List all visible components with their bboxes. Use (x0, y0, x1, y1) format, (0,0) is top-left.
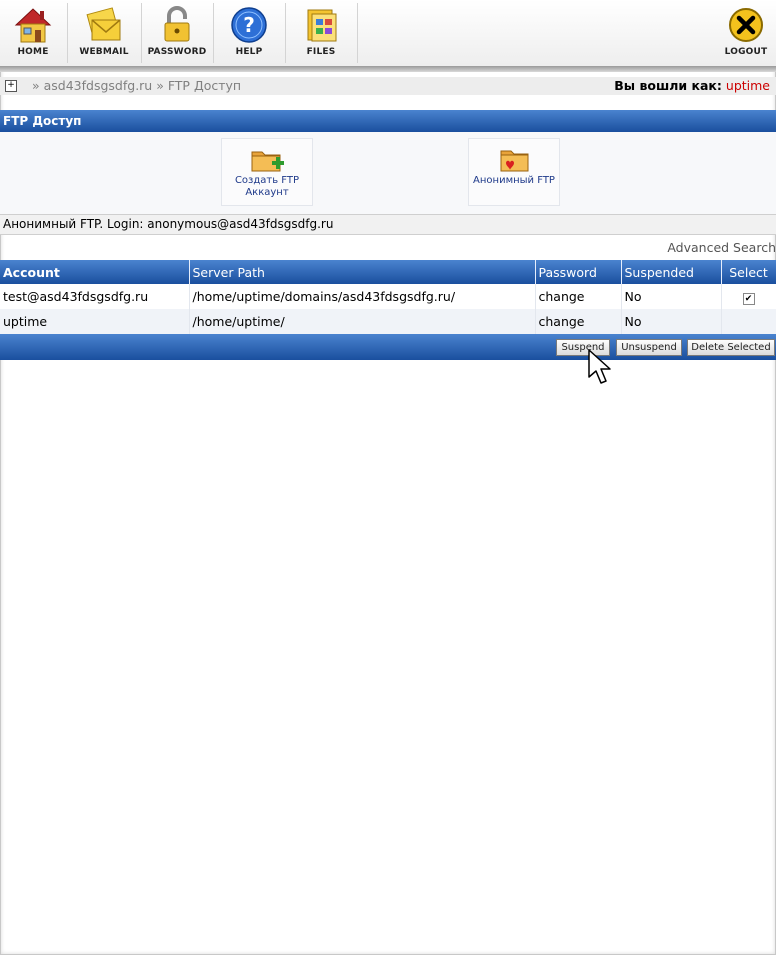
col-suspended[interactable]: Suspended (621, 260, 722, 284)
anonymous-ftp-info: Анонимный FTP. Login: anonymous@asd43fds… (0, 214, 776, 235)
cell-select: ✔ (721, 284, 776, 309)
cell-suspended: No (621, 284, 722, 309)
expand-icon[interactable]: + (5, 80, 17, 92)
home-icon (14, 8, 52, 43)
toolbar-logout[interactable]: LOGOUT (718, 0, 774, 66)
folder-heart-icon (500, 150, 529, 172)
folder-add-icon (251, 151, 284, 172)
section-title: FTP Доступ (0, 110, 776, 132)
actions-panel (0, 132, 776, 214)
toolbar-help[interactable]: ? HELP (214, 0, 284, 66)
files-icon (307, 9, 337, 42)
toolbar-separator (357, 3, 358, 63)
cell-select (721, 309, 776, 334)
top-toolbar: HOME WEBMAIL PASSWORD ? HELP FILES LOGOU… (0, 0, 776, 67)
col-account[interactable]: Account (0, 260, 190, 284)
webmail-icon (86, 7, 121, 41)
toolbar-files-label: FILES (306, 47, 336, 57)
delete-selected-button[interactable]: Delete Selected (687, 339, 775, 356)
ftp-accounts-table: Account Server Path Password Suspended S… (0, 260, 776, 334)
toolbar-shadow (0, 66, 776, 72)
toolbar-help-label: HELP (235, 47, 263, 57)
cell-suspended: No (621, 309, 722, 334)
toolbar-password-label: PASSWORD (147, 47, 207, 57)
cell-account: test@asd43fdsgsdfg.ru (0, 284, 190, 309)
change-password-link[interactable]: change (535, 284, 622, 309)
cell-server-path: /home/uptime/domains/asd43fdsgsdfg.ru/ (189, 284, 536, 309)
toolbar-webmail[interactable]: WEBMAIL (68, 0, 140, 66)
cell-account: uptime (0, 309, 190, 334)
anonymous-ftp-label: Анонимный FTP (473, 175, 555, 186)
cell-server-path: /home/uptime/ (189, 309, 536, 334)
col-password[interactable]: Password (535, 260, 622, 284)
logged-in-info: Вы вошли как: uptime (614, 78, 770, 93)
svg-text:?: ? (243, 13, 255, 37)
table-row: test@asd43fdsgsdfg.ru /home/uptime/domai… (0, 284, 776, 309)
col-select[interactable]: Select (721, 260, 776, 284)
toolbar-files[interactable]: FILES (286, 0, 356, 66)
col-server-path[interactable]: Server Path (189, 260, 536, 284)
advanced-search-link[interactable]: Advanced Search (667, 240, 776, 255)
logged-in-label: Вы вошли как: (614, 78, 722, 93)
unsuspend-button[interactable]: Unsuspend (616, 339, 682, 356)
table-row: uptime /home/uptime/ change No (0, 309, 776, 334)
toolbar-password[interactable]: PASSWORD (142, 0, 212, 66)
anonymous-ftp-button[interactable]: Анонимный FTP (468, 138, 560, 206)
row-checkbox[interactable]: ✔ (742, 292, 755, 305)
create-ftp-account-label: Создать FTP Аккаунт (234, 175, 300, 198)
lock-icon (164, 6, 190, 42)
breadcrumb[interactable]: » asd43fdsgsdfg.ru » FTP Доступ (32, 78, 241, 93)
help-icon: ? (231, 7, 267, 43)
create-ftp-account-button[interactable]: Создать FTP Аккаунт (221, 138, 313, 206)
logout-icon (729, 8, 763, 42)
change-password-link[interactable]: change (535, 309, 622, 334)
toolbar-home-label: HOME (17, 47, 49, 57)
logged-in-user: uptime (725, 78, 770, 93)
toolbar-logout-label: LOGOUT (724, 47, 768, 57)
toolbar-home[interactable]: HOME (0, 0, 66, 66)
table-header-row: Account Server Path Password Suspended S… (0, 260, 776, 284)
toolbar-webmail-label: WEBMAIL (79, 47, 129, 57)
mouse-cursor-icon (588, 349, 611, 384)
